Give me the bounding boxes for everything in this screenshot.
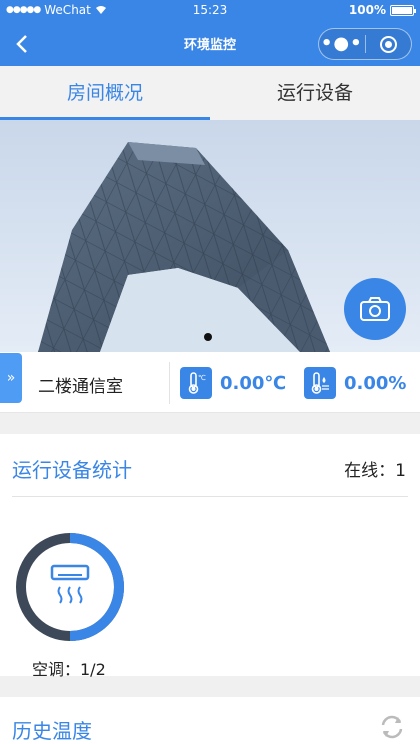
refresh-icon[interactable]: [378, 713, 406, 741]
temperature-value: 0.00℃: [220, 372, 287, 394]
mini-program-capsule: •●•: [318, 28, 412, 60]
battery-status: 100%: [348, 3, 416, 17]
air-conditioner-gauge[interactable]: [14, 531, 126, 643]
close-program-button[interactable]: [366, 35, 412, 53]
gauge-fill: [69, 533, 124, 641]
room-name: 二楼通信室: [38, 377, 123, 397]
device-stats-title: 运行设备统计: [12, 458, 132, 482]
tab-room-overview[interactable]: 房间概况: [0, 66, 210, 120]
camera-icon: [360, 297, 390, 321]
temperature-metric: ℃ 0.00℃: [180, 367, 286, 399]
room-photo-banner[interactable]: [0, 120, 420, 352]
tab-bar: 房间概况 运行设备: [0, 66, 420, 120]
humidity-metric: 0.00%: [304, 367, 406, 399]
target-icon: [379, 35, 397, 53]
svg-text:℃: ℃: [198, 374, 206, 382]
history-temperature-card: 历史温度: [0, 697, 420, 744]
device-stats-card: 运行设备统计 在线：1 空调：1/2: [0, 434, 420, 679]
tab-running-devices[interactable]: 运行设备: [210, 66, 420, 120]
room-divider: [169, 362, 170, 404]
online-count: 在线：1: [344, 461, 406, 481]
double-chevron-right-icon: »: [6, 370, 16, 386]
air-conditioner-icon: [50, 564, 90, 604]
history-temperature-title: 历史温度: [12, 719, 92, 743]
more-button[interactable]: •●•: [319, 35, 365, 53]
thermometer-icon: ℃: [180, 367, 212, 399]
room-info-bar: » 二楼通信室 ℃ 0.00℃ 0.00%: [0, 352, 420, 413]
status-bar: ●●●●● WeChat 15:23 100%: [0, 0, 420, 22]
expand-handle[interactable]: »: [0, 353, 22, 403]
section-divider: [12, 496, 408, 497]
nav-bar: 环境监控 •●•: [0, 22, 420, 66]
battery-percent: 100%: [348, 3, 386, 17]
camera-button[interactable]: [344, 278, 406, 340]
humidity-icon: [304, 367, 336, 399]
battery-icon: [390, 4, 416, 16]
humidity-value: 0.00%: [344, 372, 407, 394]
air-conditioner-label: 空调：1/2: [32, 660, 106, 679]
more-icon: •●•: [320, 33, 363, 54]
